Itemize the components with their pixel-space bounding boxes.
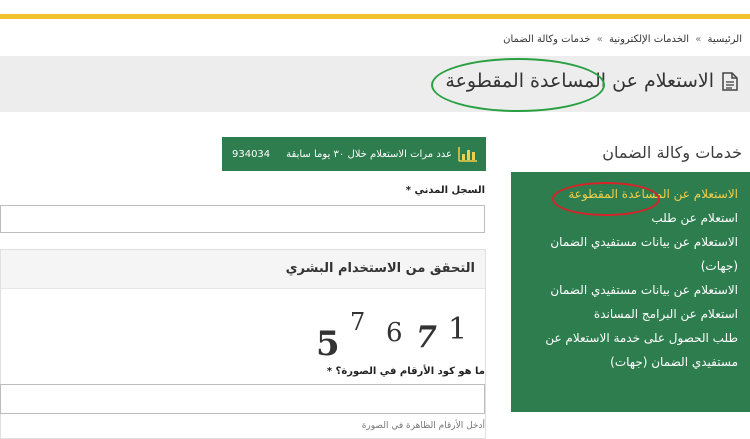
breadcrumb-separator: » <box>695 34 702 45</box>
sidebar-item-request-inquiry-service-cont[interactable]: مستفيدي الضمان (جهات) <box>519 350 738 374</box>
human-verification-title: التحقق من الاستخدام البشري <box>285 261 475 276</box>
captcha-question-label: ما هو كود الأرقام في الصورة؟ * <box>326 366 485 377</box>
top-accent-stripe <box>0 14 750 19</box>
civil-registry-input[interactable] <box>0 205 485 233</box>
breadcrumb-eservices[interactable]: الخدمات الإلكترونية <box>609 34 689 45</box>
captcha-input[interactable] <box>0 384 485 414</box>
top-bar <box>0 0 750 19</box>
stats-label: عدد مرات الاستعلام خلال ٣٠ يوما سابقة <box>286 148 452 160</box>
sidebar-item-beneficiaries-inquiry-entities[interactable]: الاستعلام عن بيانات مستفيدي الضمان <box>519 230 738 254</box>
document-icon <box>722 71 738 91</box>
sidebar-item-support-programs[interactable]: استعلام عن البرامج المساندة <box>519 302 738 326</box>
breadcrumb: الرئيسية » الخدمات الإلكترونية » خدمات و… <box>503 34 742 45</box>
captcha-digit: 6 <box>386 318 403 348</box>
captcha-digit: 7 <box>350 308 366 336</box>
page-title-text: الاستعلام عن المساعدة المقطوعة <box>445 70 714 92</box>
bar-chart-icon <box>458 146 478 162</box>
page-title-band: الاستعلام عن المساعدة المقطوعة <box>0 56 750 112</box>
human-verification-header: التحقق من الاستخدام البشري <box>1 250 485 289</box>
breadcrumb-current[interactable]: خدمات وكالة الضمان <box>503 34 590 45</box>
page-title: الاستعلام عن المساعدة المقطوعة <box>445 70 738 92</box>
civil-registry-label: السجل المدني * <box>405 185 485 196</box>
sidebar-item-request-inquiry-service[interactable]: طلب الحصول على خدمة الاستعلام عن <box>519 326 738 350</box>
sidebar-item-beneficiaries-inquiry-entities-cont[interactable]: (جهات) <box>519 254 738 278</box>
stats-count: 934034 <box>231 148 271 160</box>
captcha-digit: 5 <box>316 324 340 364</box>
sidebar-item-lump-sum-inquiry[interactable]: الاستعلام عن المساعدة المقطوعة <box>519 182 738 206</box>
breadcrumb-separator: » <box>596 34 603 45</box>
sidebar-menu: الاستعلام عن المساعدة المقطوعة استعلام ع… <box>511 172 750 412</box>
sidebar-item-beneficiaries-inquiry[interactable]: الاستعلام عن بيانات مستفيدي الضمان <box>519 278 738 302</box>
captcha-image: 5 7 6 7 1 <box>312 308 472 364</box>
sidebar-heading: خدمات وكالة الضمان <box>602 143 742 162</box>
stats-bar: عدد مرات الاستعلام خلال ٣٠ يوما سابقة 93… <box>222 137 486 171</box>
captcha-digit: 7 <box>416 320 437 355</box>
breadcrumb-home[interactable]: الرئيسية <box>708 34 742 45</box>
sidebar-item-request-inquiry[interactable]: استعلام عن طلب <box>519 206 738 230</box>
captcha-digit: 1 <box>448 312 468 347</box>
